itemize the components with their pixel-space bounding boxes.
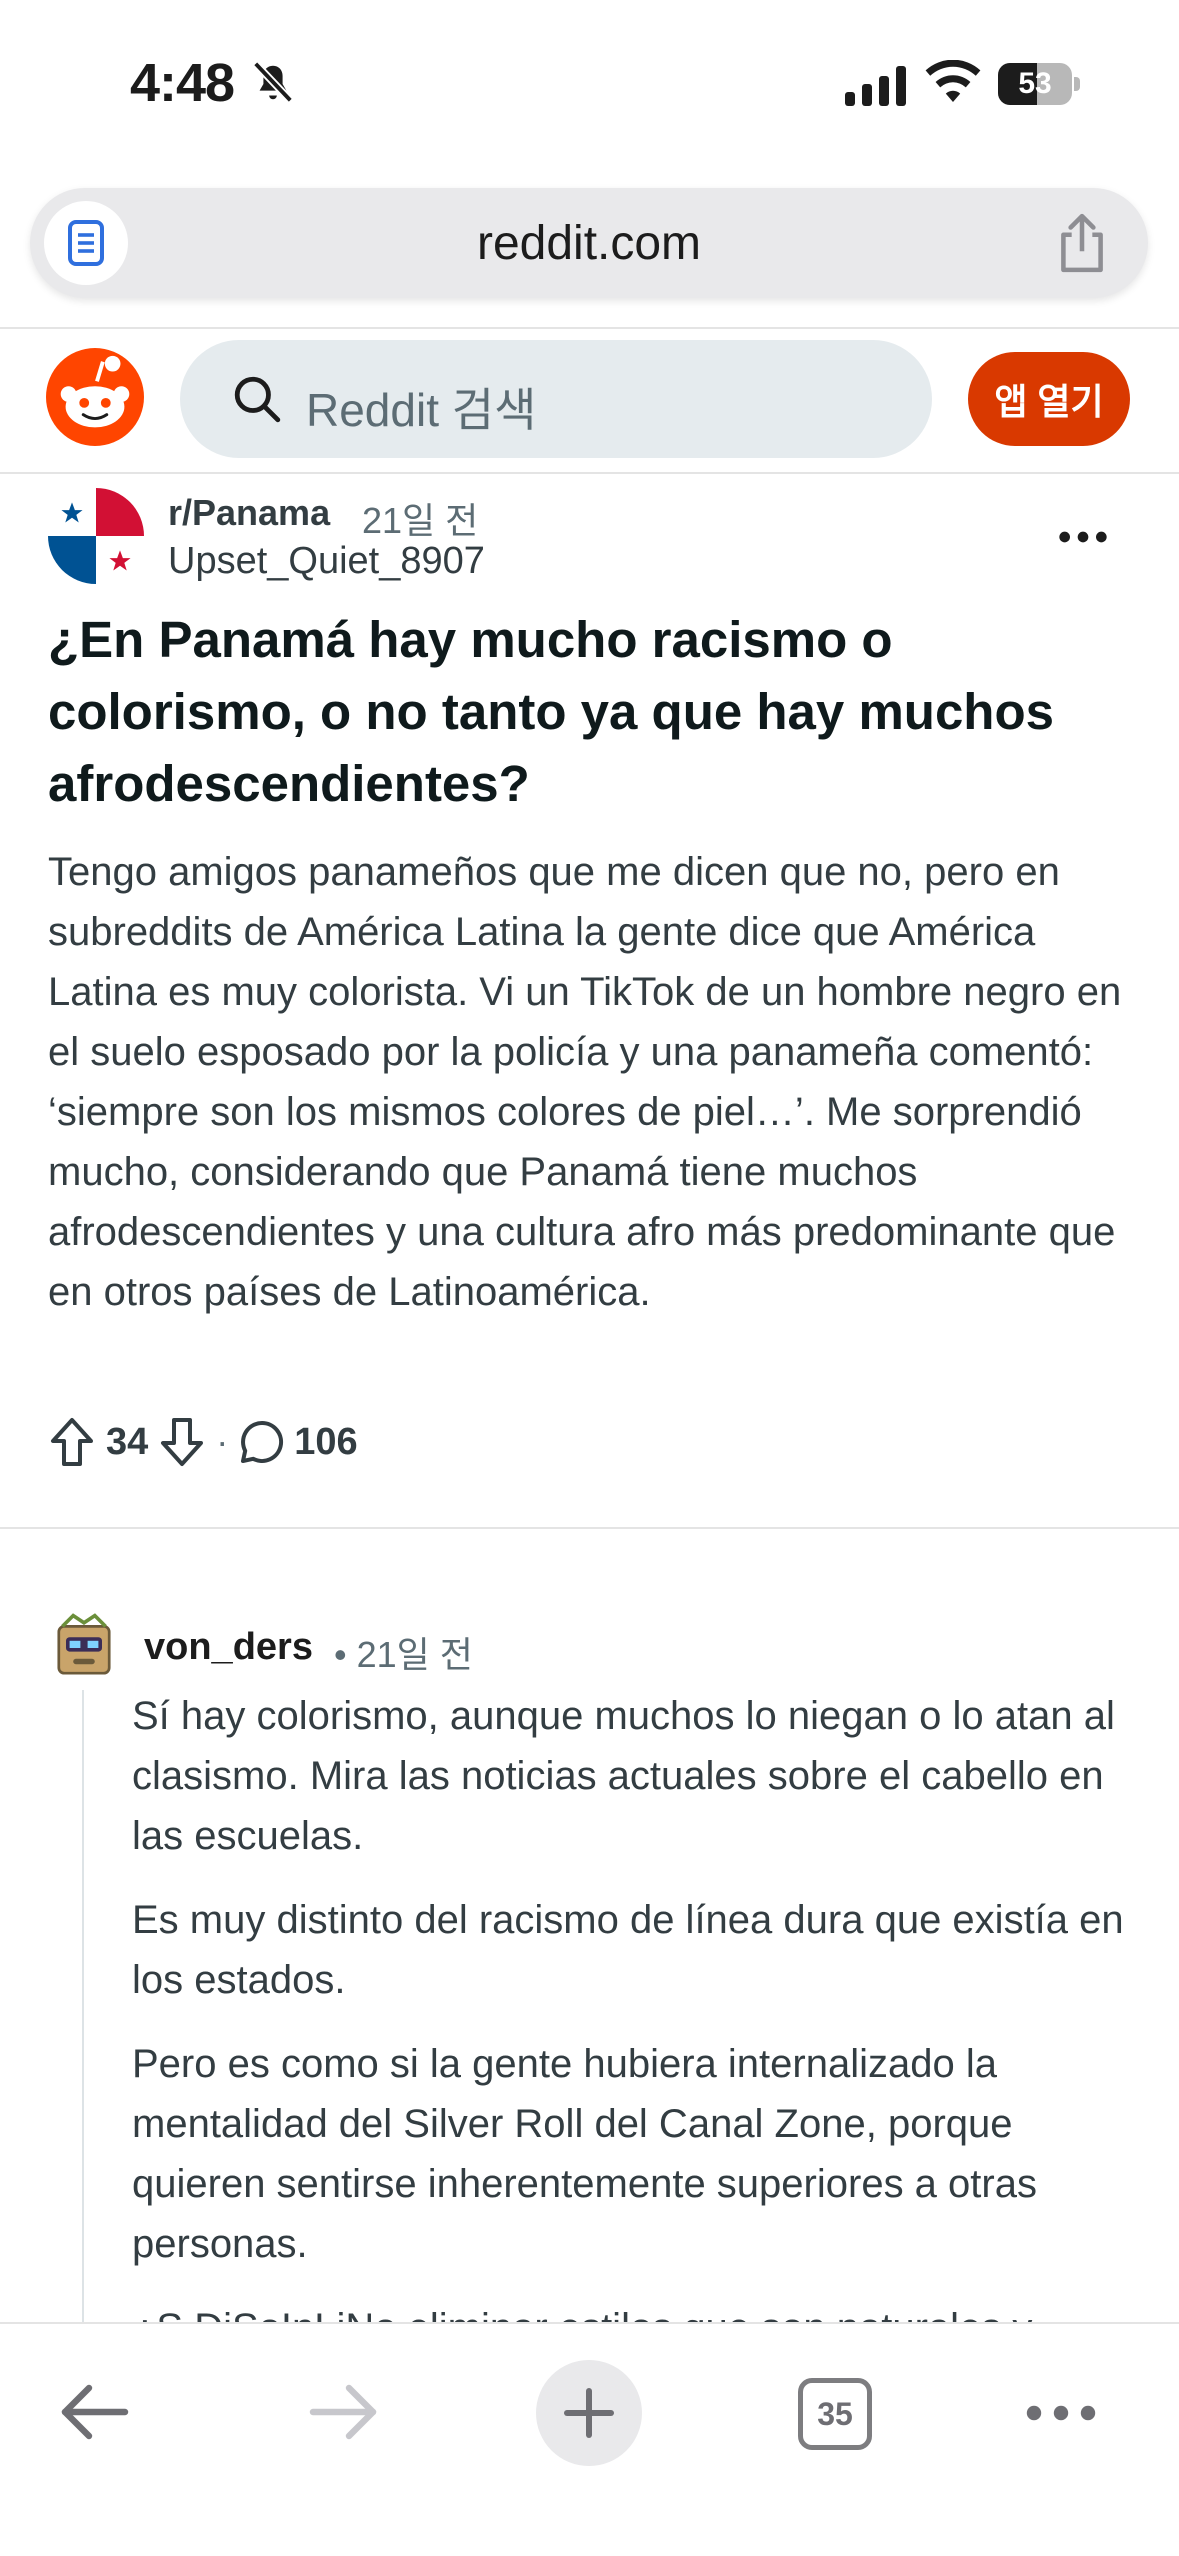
post-author[interactable]: Upset_Quiet_8907 — [168, 540, 485, 583]
share-icon[interactable] — [1054, 212, 1110, 274]
comment-paragraph: Sí hay colorismo, aunque muchos lo niega… — [132, 1694, 1115, 1858]
header-divider — [0, 472, 1179, 474]
search-icon — [234, 376, 281, 423]
battery-level: 53 — [1018, 67, 1052, 100]
commenter-avatar[interactable] — [48, 1612, 120, 1684]
cellular-signal-icon — [845, 66, 906, 106]
reddit-search-input[interactable]: Reddit 검색 — [180, 340, 932, 458]
search-placeholder: Reddit 검색 — [306, 384, 537, 436]
subreddit-name[interactable]: r/Panama — [168, 492, 330, 534]
forward-arrow-icon[interactable] — [306, 2382, 380, 2442]
wifi-icon — [925, 60, 981, 102]
more-dots-icon[interactable] — [1024, 2398, 1098, 2428]
post-time: 21일 전 — [362, 500, 479, 541]
thread-line[interactable] — [82, 1690, 84, 2330]
comment-time: • 21일 전 — [334, 1634, 473, 1675]
bell-slash-icon — [252, 61, 294, 103]
comment-body: Sí hay colorismo, aunque muchos lo niega… — [132, 1686, 1152, 2352]
comment-author[interactable]: von_ders — [144, 1626, 313, 1669]
subreddit-avatar[interactable] — [48, 488, 144, 584]
browser-divider — [0, 327, 1179, 329]
url-text[interactable]: reddit.com — [30, 216, 1148, 271]
post-divider — [0, 1527, 1179, 1529]
action-separator: · — [216, 1421, 229, 1462]
plus-icon — [564, 2388, 614, 2438]
battery-icon: 53 — [998, 63, 1080, 105]
post-actions: 34 · 106 — [48, 1412, 358, 1472]
post-body: Tengo amigos panameños que me dicen que … — [48, 850, 1122, 1314]
more-options-icon[interactable] — [1058, 520, 1108, 554]
status-bar: 4:48 53 — [0, 0, 1179, 170]
open-app-button[interactable]: 앱 열기 — [968, 352, 1130, 446]
post-title[interactable]: ¿En Panamá hay mucho racismo o colorismo… — [48, 604, 1138, 820]
new-tab-button[interactable] — [536, 2360, 642, 2466]
back-arrow-icon[interactable] — [58, 2382, 132, 2442]
address-bar[interactable]: reddit.com — [30, 188, 1148, 298]
status-time: 4:48 — [130, 53, 235, 113]
downvote-icon[interactable] — [158, 1416, 206, 1468]
comment-paragraph: Es muy distinto del racismo de línea dur… — [132, 1898, 1124, 2002]
comment-icon[interactable] — [238, 1416, 286, 1468]
vote-count: 34 — [106, 1420, 149, 1463]
upvote-icon[interactable] — [48, 1416, 96, 1468]
browser-toolbar: 35 — [0, 2322, 1179, 2556]
comment-count[interactable]: 106 — [294, 1421, 357, 1464]
tabs-icon[interactable]: 35 — [798, 2378, 872, 2450]
comment-paragraph: Pero es como si la gente hubiera interna… — [132, 2042, 1037, 2266]
reddit-logo[interactable] — [46, 348, 144, 446]
